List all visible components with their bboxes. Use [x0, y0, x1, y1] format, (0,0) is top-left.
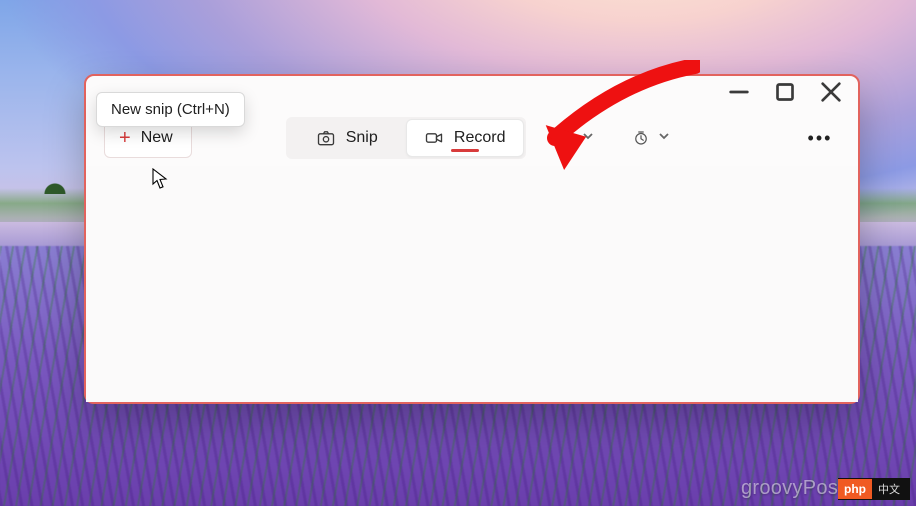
minimize-button[interactable] — [716, 76, 762, 108]
badge-cn: 中文 — [872, 481, 906, 497]
camera-icon — [316, 128, 336, 148]
new-button-tooltip: New snip (Ctrl+N) — [96, 92, 245, 127]
more-icon: ••• — [808, 128, 833, 149]
mouse-cursor — [152, 168, 170, 195]
annotation-arrow — [500, 60, 700, 185]
minimize-icon — [729, 82, 749, 102]
more-button[interactable]: ••• — [800, 128, 840, 149]
new-button-label: New — [141, 129, 173, 147]
close-icon — [821, 82, 841, 102]
badge-brand: php — [838, 479, 872, 499]
maximize-icon — [775, 82, 795, 102]
maximize-button[interactable] — [762, 76, 808, 108]
snip-tab-label: Snip — [346, 129, 378, 147]
window-controls — [716, 76, 854, 108]
capture-canvas — [86, 166, 858, 402]
site-badge: php 中文 — [838, 478, 910, 500]
watermark-text: groovyPost — [741, 477, 844, 500]
tooltip-text: New snip (Ctrl+N) — [111, 101, 230, 118]
video-camera-icon — [424, 128, 444, 148]
close-button[interactable] — [808, 76, 854, 108]
mode-segmented-control: Snip Record — [286, 117, 526, 159]
record-tab-label: Record — [454, 129, 506, 147]
snip-tab[interactable]: Snip — [288, 119, 406, 157]
desktop-wallpaper: Snipping Tool — [0, 0, 916, 506]
